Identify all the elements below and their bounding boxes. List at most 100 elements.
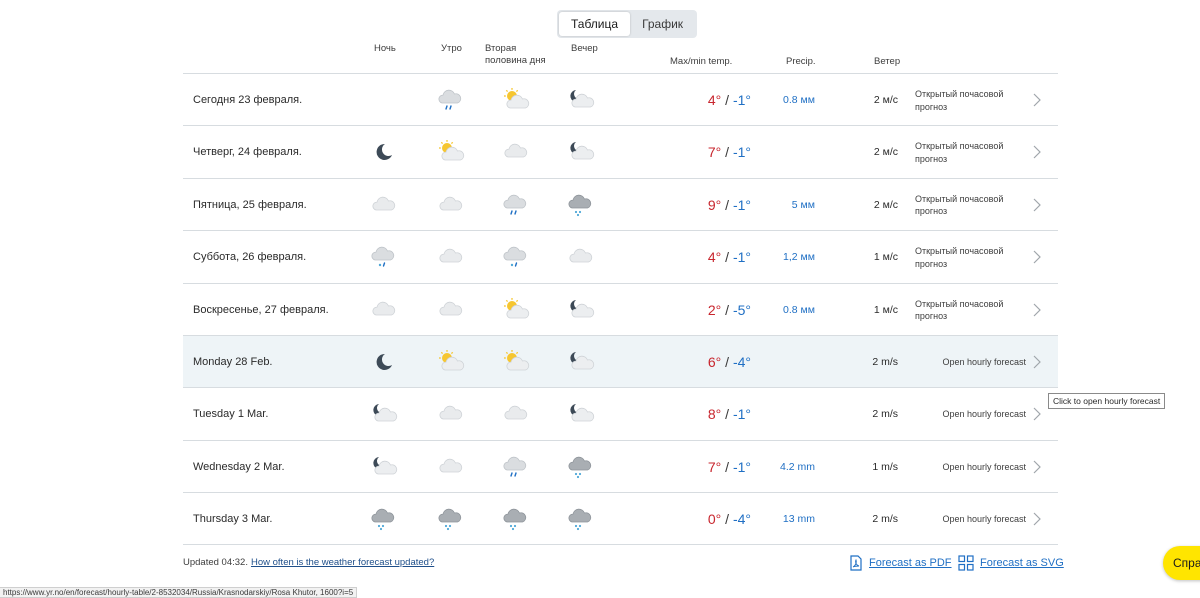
- moon-icon: [370, 139, 398, 165]
- dark-cloud-snow-icon: [437, 506, 465, 532]
- cloud-rain-icon: [502, 454, 530, 480]
- cloud-rain-icon: [502, 192, 530, 218]
- row-precipitation: 4.2 mm: [779, 460, 815, 473]
- cloud-icon: [437, 454, 465, 480]
- row-wind: 2 m/s: [872, 408, 898, 421]
- chevron-right-icon[interactable]: [1032, 198, 1042, 212]
- forecast-row[interactable]: Wednesday 2 Mar. 7° / -1° 4.2 mm 1 m/s Open …: [183, 439, 1058, 493]
- row-min-temp: -1°: [732, 406, 751, 423]
- chevron-right-icon[interactable]: [1032, 93, 1042, 107]
- forecast-svg-label: Forecast as SVG: [980, 557, 1064, 569]
- row-temperature: 4° / -1°: [661, 231, 751, 283]
- forecast-pdf-link[interactable]: Forecast as PDF: [849, 555, 952, 571]
- cloud-icon: [502, 139, 530, 165]
- row-hourly-link[interactable]: Открытый почасовой прогноз: [915, 193, 1027, 218]
- cloud-sleet-icon: [370, 244, 398, 270]
- forecast-pdf-label: Forecast as PDF: [869, 557, 952, 569]
- moon-cloud-icon: [567, 401, 595, 427]
- row-wind: 1 m/s: [872, 460, 898, 473]
- row-hourly-link[interactable]: Open hourly forecast: [923, 336, 1026, 388]
- row-temperature: 4° / -1°: [661, 74, 751, 126]
- cloud-icon: [437, 401, 465, 427]
- chevron-right-icon[interactable]: [1032, 355, 1042, 369]
- header-wind: Ветер: [874, 56, 901, 67]
- sun-cloud-icon: [437, 349, 465, 375]
- header-night: Ночь: [374, 43, 396, 54]
- row-min-temp: -4°: [732, 511, 751, 528]
- sun-cloud-icon: [437, 139, 465, 165]
- chevron-right-icon[interactable]: [1032, 460, 1042, 474]
- moon-cloud-icon: [370, 454, 398, 480]
- chevron-right-icon[interactable]: [1032, 512, 1042, 526]
- row-date: Сегодня 23 февраля.: [193, 94, 303, 106]
- row-temp-separator: /: [721, 511, 733, 528]
- forecast-page: Таблица График Ночь Утро Вторая половина…: [0, 0, 1200, 598]
- row-date: Wednesday 2 Mar.: [193, 460, 285, 473]
- row-hourly-link[interactable]: Открытый почасовой прогноз: [915, 88, 1027, 113]
- row-max-temp: 7°: [707, 458, 722, 475]
- row-temperature: 6° / -4°: [661, 336, 751, 388]
- forecast-row[interactable]: Четверг, 24 февраля. 7° / -1° 2 м/с Открыты…: [183, 125, 1058, 177]
- cloud-icon: [567, 244, 595, 270]
- sun-cloud-icon: [502, 87, 530, 113]
- row-max-temp: 9°: [707, 196, 722, 213]
- row-min-temp: -5°: [732, 301, 751, 318]
- row-hourly-link[interactable]: Open hourly forecast: [923, 441, 1026, 493]
- updated-time: Updated 04:32.: [183, 557, 248, 568]
- row-temperature: 7° / -1°: [661, 126, 751, 178]
- forecast-row[interactable]: Суббота, 26 февраля. 4° / -1° 1,2 мм 1 м/с О…: [183, 230, 1058, 282]
- row-wind: 2 м/с: [873, 94, 898, 106]
- sun-cloud-icon: [502, 297, 530, 323]
- row-hourly-link[interactable]: Open hourly forecast: [923, 493, 1026, 545]
- row-hourly-link[interactable]: Открытый почасовой прогноз: [915, 140, 1027, 165]
- row-min-temp: -1°: [732, 249, 751, 266]
- row-hourly-link[interactable]: Открытый почасовой прогноз: [915, 298, 1027, 323]
- row-hourly-link[interactable]: Open hourly forecast: [923, 388, 1026, 440]
- chevron-right-icon[interactable]: [1032, 250, 1042, 264]
- cloud-sleet-icon: [502, 244, 530, 270]
- grid-icon: [958, 555, 974, 571]
- row-date: Воскресенье, 27 февраля.: [193, 303, 329, 316]
- forecast-row[interactable]: Сегодня 23 февраля. 4° / -1° 0.8 мм 2 м/с От…: [183, 73, 1058, 125]
- tab-table[interactable]: Таблица: [559, 12, 631, 36]
- row-wind: 1 м/с: [873, 303, 898, 316]
- forecast-svg-link[interactable]: Forecast as SVG: [958, 555, 1064, 571]
- sun-cloud-icon: [502, 349, 530, 375]
- forecast-table: Сегодня 23 февраля. 4° / -1° 0.8 мм 2 м/с От…: [183, 73, 1058, 545]
- help-button[interactable]: Справ: [1163, 546, 1200, 580]
- row-wind: 2 m/s: [872, 513, 898, 526]
- header-morning: Утро: [441, 43, 462, 54]
- row-temperature: 7° / -1°: [661, 441, 751, 493]
- row-min-temp: -4°: [732, 353, 751, 370]
- row-max-temp: 7°: [707, 144, 722, 161]
- moon-cloud-icon: [567, 139, 595, 165]
- chevron-right-icon[interactable]: [1032, 407, 1042, 421]
- forecast-row[interactable]: Воскресенье, 27 февраля. 2° / -5° 0.8 мм 1 …: [183, 282, 1058, 335]
- forecast-row[interactable]: Tuesday 1 Mar. 8° / -1° 2 m/s Open hourly f…: [183, 387, 1058, 439]
- chevron-right-icon[interactable]: [1032, 303, 1042, 317]
- tooltip: Click to open hourly forecast: [1048, 393, 1166, 409]
- row-wind: 2 м/с: [873, 198, 898, 211]
- forecast-row[interactable]: Пятница, 25 февраля. 9° / -1° 5 мм 2 м/с Отк…: [183, 177, 1058, 231]
- row-min-temp: -1°: [732, 196, 751, 213]
- chevron-right-icon[interactable]: [1032, 145, 1042, 159]
- row-temperature: 9° / -1°: [661, 179, 751, 231]
- dark-cloud-snow-icon: [502, 506, 530, 532]
- tab-chart[interactable]: График: [630, 12, 695, 36]
- row-max-temp: 4°: [707, 249, 722, 266]
- how-often-link[interactable]: How often is the weather forecast update…: [251, 557, 434, 568]
- cloud-icon: [437, 244, 465, 270]
- header-afternoon: Вторая половина дня: [485, 43, 546, 67]
- moon-icon: [370, 349, 398, 375]
- row-precipitation: 0.8 мм: [783, 94, 815, 106]
- row-precipitation: 0.8 мм: [783, 303, 815, 316]
- forecast-row[interactable]: Thursday 3 Mar. 0° / -4° 13 mm 2 m/s Open ho…: [183, 492, 1058, 545]
- forecast-row[interactable]: Monday 28 Feb. 6° / -4° 2 m/s Open hourly f…: [183, 334, 1058, 388]
- row-precipitation: 1,2 мм: [783, 251, 815, 264]
- row-hourly-link[interactable]: Открытый почасовой прогноз: [915, 245, 1027, 270]
- pdf-icon: [850, 555, 862, 571]
- cloud-icon: [502, 401, 530, 427]
- row-wind: 2 m/s: [872, 355, 898, 368]
- moon-cloud-icon: [567, 349, 595, 375]
- header-afternoon-line1: Вторая: [485, 43, 517, 54]
